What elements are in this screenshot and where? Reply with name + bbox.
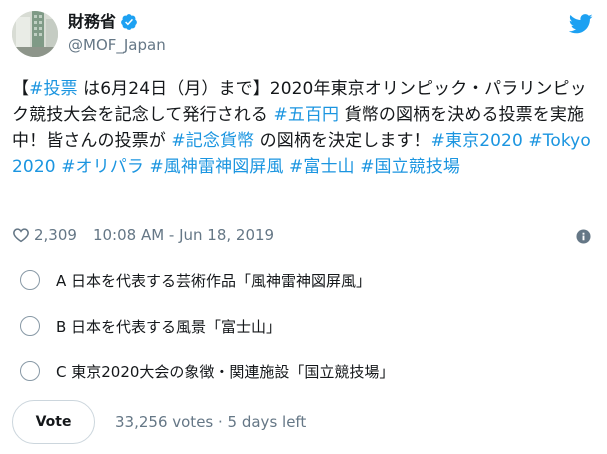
hashtag-link[interactable]: #富士山: [289, 157, 355, 177]
hashtag-link[interactable]: #東京2020: [431, 131, 523, 151]
avatar[interactable]: [12, 11, 58, 57]
poll-option-label: A 日本を代表する芸術作品「風神雷神図屏風」: [56, 271, 372, 290]
author-name-row[interactable]: 財務省: [68, 11, 138, 33]
tweet-text-segment: 【: [12, 79, 30, 99]
poll-option-label: C 東京2020大会の象徴・関連施設「国立競技場」: [56, 362, 395, 381]
hashtag-link[interactable]: #五百円: [274, 105, 340, 125]
tweet-card: 財務省 @MOF_Japan 【#投票 は6月24日（月）まで】2020年東京オ…: [0, 0, 607, 454]
hashtag-link[interactable]: #風神雷神図屏風: [149, 157, 283, 177]
radio-button[interactable]: [20, 361, 40, 381]
author-handle[interactable]: @MOF_Japan: [68, 36, 166, 54]
tweet-text-segment: の図柄を決定します！: [254, 131, 431, 151]
poll-option-label: B 日本を代表する風景「富士山」: [56, 317, 282, 336]
hashtag-link[interactable]: #投票: [29, 79, 78, 99]
twitter-bird-icon[interactable]: [569, 14, 593, 34]
hashtag-link[interactable]: #国立競技場: [360, 157, 460, 177]
heart-icon[interactable]: [12, 226, 30, 244]
tweet-timestamp[interactable]: 10:08 AM - Jun 18, 2019: [93, 226, 274, 244]
poll-vote-info: 33,256 votes · 5 days left: [115, 413, 307, 431]
radio-button[interactable]: [20, 270, 40, 290]
tweet-meta: 2,309 10:08 AM - Jun 18, 2019: [12, 226, 592, 244]
like-count[interactable]: 2,309: [34, 226, 77, 244]
vote-button[interactable]: Vote: [12, 400, 95, 444]
vote-row: Vote 33,256 votes · 5 days left: [12, 400, 306, 444]
tweet-text: 【#投票 は6月24日（月）まで】2020年東京オリンピック・パラリンピック競技…: [12, 76, 597, 180]
display-name[interactable]: 財務省: [68, 11, 116, 33]
radio-button[interactable]: [20, 316, 40, 336]
poll-option-c[interactable]: C 東京2020大会の象徴・関連施設「国立競技場」: [12, 357, 394, 385]
verified-badge-icon: [121, 14, 137, 30]
poll-option-a[interactable]: A 日本を代表する芸術作品「風神雷神図屏風」: [12, 266, 371, 294]
hashtag-link[interactable]: #記念貨幣: [171, 131, 254, 151]
hashtag-link[interactable]: #オリパラ: [61, 157, 144, 177]
poll-option-b[interactable]: B 日本を代表する風景「富士山」: [12, 312, 281, 340]
info-icon[interactable]: [576, 229, 591, 244]
